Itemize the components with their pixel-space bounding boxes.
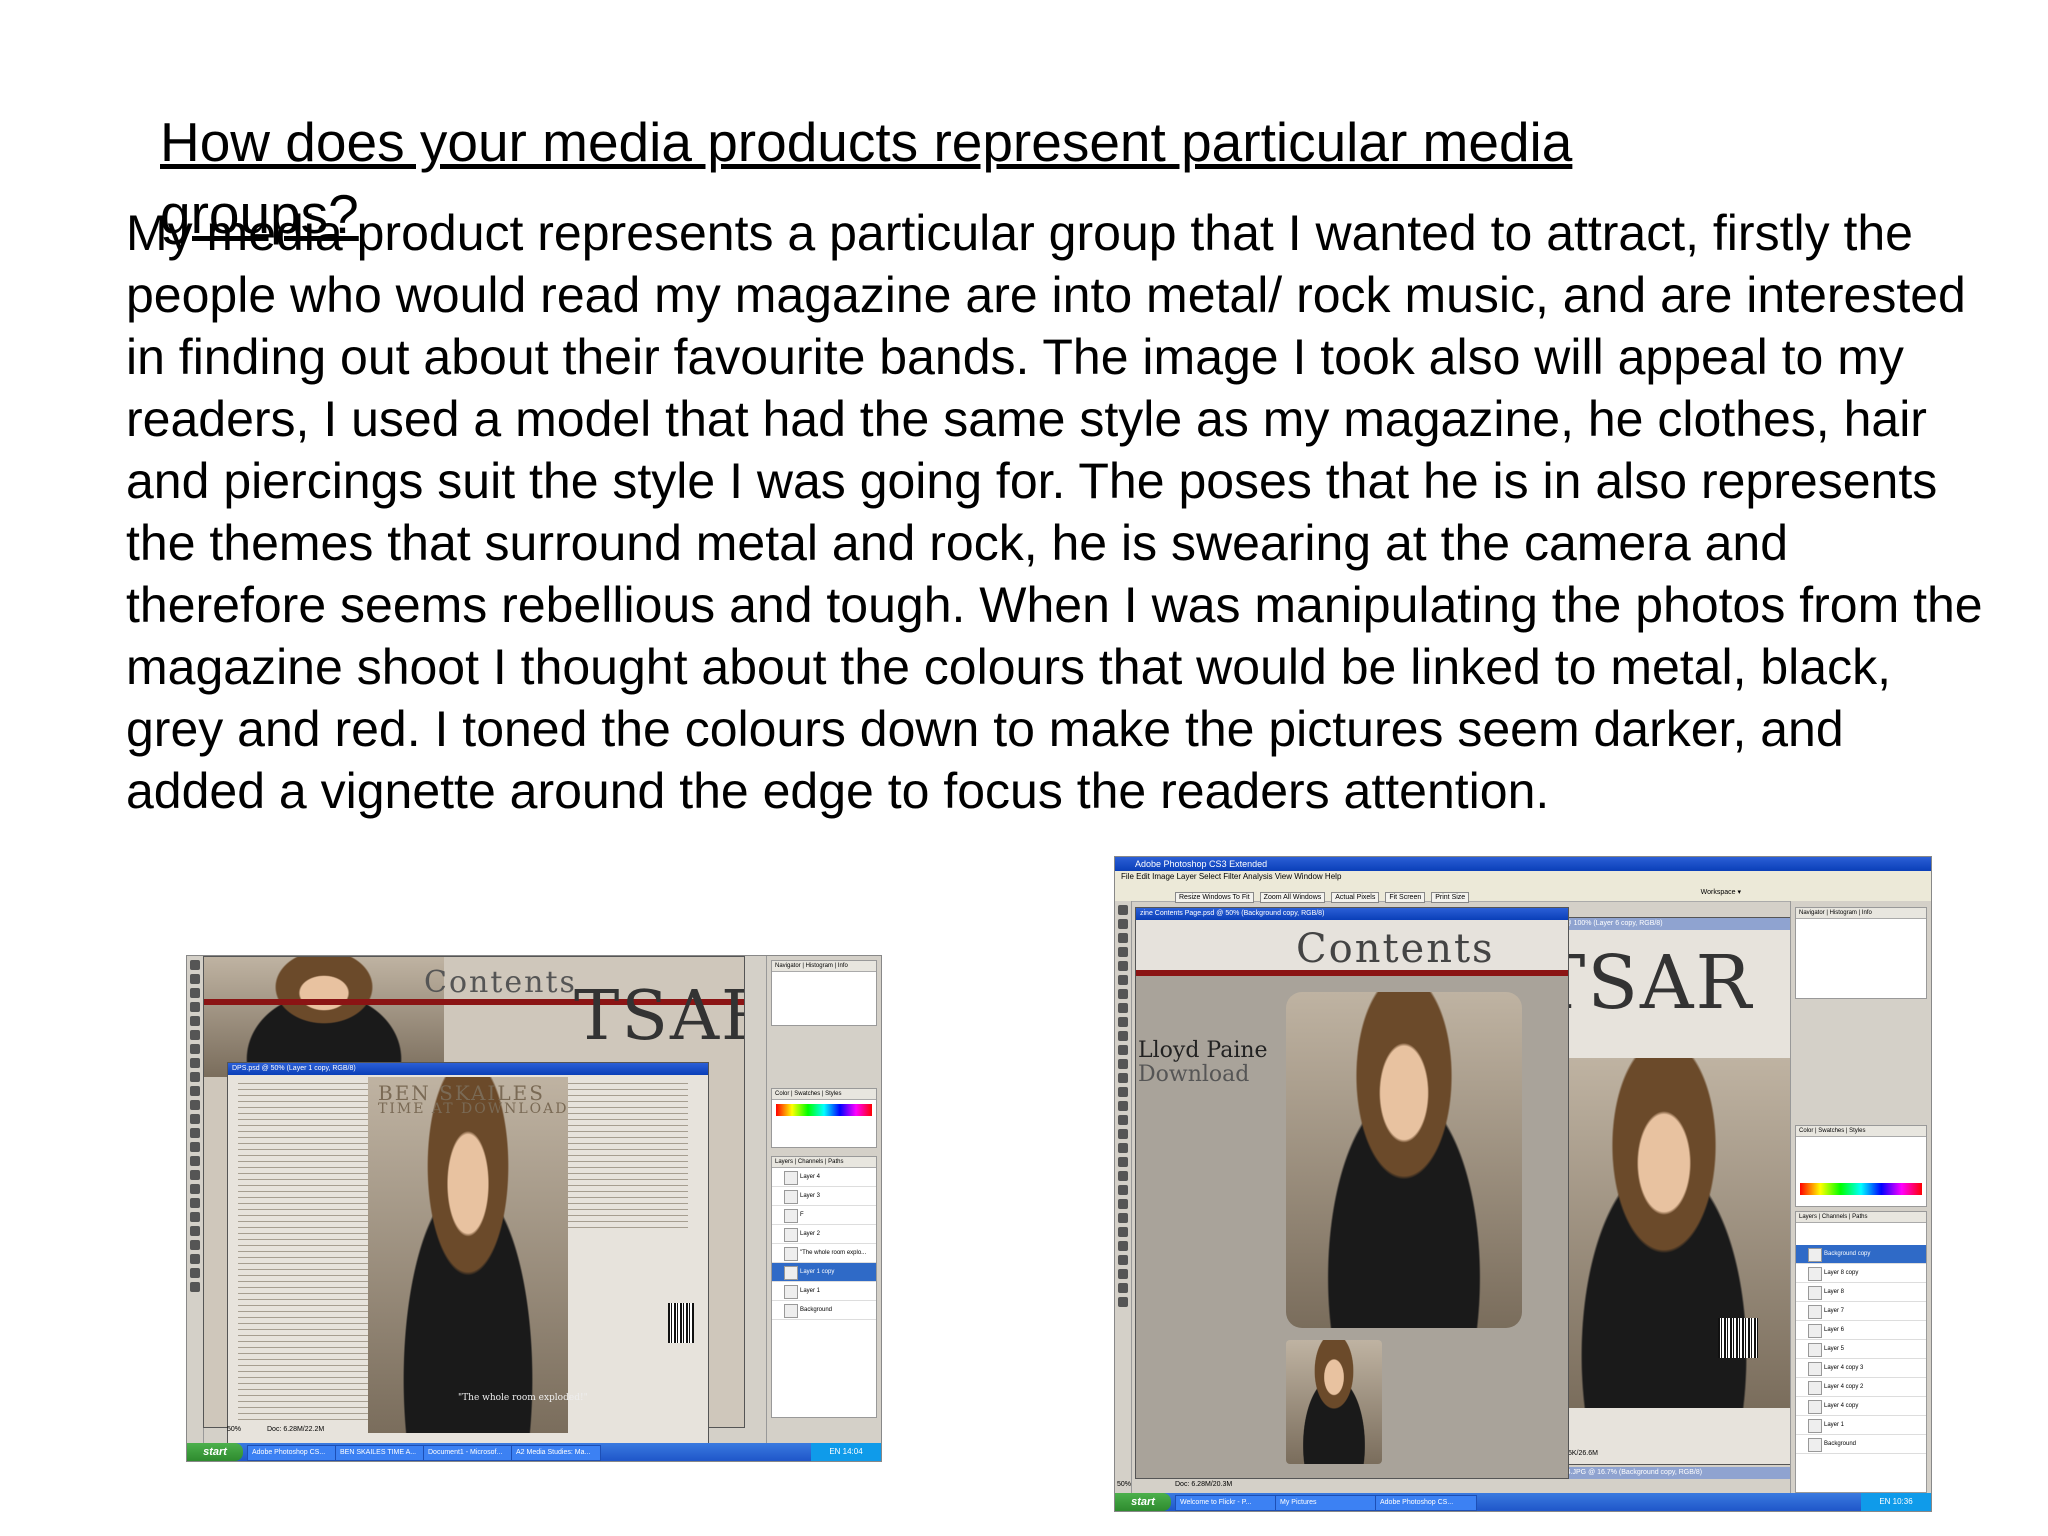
color-panel: Color | Swatches | Styles (1795, 1125, 1927, 1207)
singer-photo (368, 1077, 568, 1433)
taskbar-clock: EN 14:04 (811, 1443, 881, 1461)
windows-taskbar: start Adobe Photoshop CS... BEN SKAILES T… (187, 1443, 881, 1461)
option-button[interactable]: Print Size (1431, 892, 1470, 903)
taskbar-clock: EN 10:36 (1861, 1493, 1931, 1511)
start-button[interactable]: start (187, 1443, 243, 1461)
small-model-photo (1286, 1340, 1382, 1464)
option-button[interactable]: Resize Windows To Fit (1175, 892, 1254, 903)
layer-row[interactable]: "The whole room explo... (772, 1244, 876, 1263)
taskbar-item[interactable]: Welcome to Flickr - P... (1175, 1495, 1277, 1511)
layers-list: Layer 4 Layer 3 F Layer 2 "The whole room ex… (772, 1168, 876, 1320)
taskbar-item[interactable]: Adobe Photoshop CS... (1375, 1495, 1477, 1511)
layer-row[interactable]: Layer 2 (772, 1225, 876, 1244)
article-subhead: TIME AT DOWNLOAD (378, 1101, 569, 1117)
options-bar: Resize Windows To Fit Zoom All Windows Act… (1115, 883, 1931, 903)
band-name: Lloyd Paine (1138, 1038, 1268, 1063)
barcode (1718, 1318, 1758, 1358)
model-photo (204, 957, 444, 1077)
taskbar-item[interactable]: My Pictures (1275, 1495, 1377, 1511)
taskbar-item[interactable]: Document1 - Microsof... (423, 1445, 513, 1461)
contents-document-title: zine Contents Page.psd @ 50% (Background… (1136, 908, 1568, 920)
dps-document-window[interactable]: DPS.psd @ 50% (Layer 1 copy, RGB/8) BEN … (227, 1062, 709, 1444)
navigator-info-panel: Navigator | Histogram | Info (771, 960, 877, 1026)
zoom-level: 50% (227, 1426, 242, 1433)
right-panels: Navigator | Histogram | Info Color | Swa… (1790, 901, 1931, 1493)
layer-row[interactable]: Layer 1 (772, 1282, 876, 1301)
layer-row[interactable]: Layer 7 (1796, 1302, 1926, 1321)
contents-document-window[interactable]: zine Contents Page.psd @ 50% (Background… (1135, 907, 1569, 1479)
main-model-photo (1286, 992, 1522, 1328)
tsar-logo: TSAR (574, 977, 744, 1056)
taskbar-item[interactable]: A2 Media Studies: Ma... (511, 1445, 601, 1461)
red-stripe (1136, 970, 1568, 976)
layer-row[interactable]: Background (772, 1301, 876, 1320)
article-column-right (568, 1083, 688, 1233)
layer-row[interactable]: F (772, 1206, 876, 1225)
tools-panel (187, 956, 204, 1443)
photoshop-title-bar: Adobe Photoshop CS3 Extended (1115, 857, 1931, 871)
document-size: Doc: 6.28M/20.3M (1175, 1481, 1233, 1488)
navigator-info-panel: Navigator | Histogram | Info (1795, 907, 1927, 999)
document-size: Doc: 6.28M/22.2M (267, 1426, 325, 1433)
layer-row[interactable]: Layer 5 (1796, 1340, 1926, 1359)
layer-row[interactable]: Background (1796, 1435, 1926, 1454)
layer-row[interactable]: Layer 4 copy 2 (1796, 1378, 1926, 1397)
zoom-level: 50% (1117, 1481, 1132, 1488)
layer-row[interactable]: Layer 1 copy (772, 1263, 876, 1282)
photoshop-screenshot-contents: Adobe Photoshop CS3 Extended File Edit I… (1114, 856, 1932, 1512)
tools-panel (1115, 901, 1132, 1493)
dps-document-title: DPS.psd @ 50% (Layer 1 copy, RGB/8) (228, 1063, 708, 1075)
layer-row[interactable]: Layer 8 copy (1796, 1264, 1926, 1283)
layer-document-title: ver.psd @ 100% (Layer 6 copy, RGB/8) (1536, 918, 1792, 930)
option-button[interactable]: Fit Screen (1385, 892, 1426, 903)
layer-row[interactable]: Layer 4 copy (1796, 1397, 1926, 1416)
start-button[interactable]: start (1115, 1493, 1171, 1511)
layers-panel: Layers | Channels | Paths Layer 4 Layer 3… (771, 1156, 877, 1418)
layer-row[interactable]: Layer 8 (1796, 1283, 1926, 1302)
taskbar-item[interactable]: BEN SKAILES TIME A... (335, 1445, 425, 1461)
barcode (668, 1303, 694, 1343)
layer-document-window[interactable]: ver.psd @ 100% (Layer 6 copy, RGB/8) TSA… (1535, 917, 1793, 1465)
contents-heading: Contents (424, 965, 577, 1000)
pull-quote: "The whole room exploded!" (458, 1393, 588, 1403)
taskbar-item[interactable]: Adobe Photoshop CS... (247, 1445, 337, 1461)
right-panels: Navigator | Histogram | Info Color | Swa… (766, 956, 881, 1443)
event-name: Download (1138, 1062, 1250, 1087)
article-column-left (238, 1083, 368, 1423)
workspace-menu[interactable]: Workspace ▾ (1701, 888, 1741, 896)
layer-row[interactable]: Layer 6 (1796, 1321, 1926, 1340)
jpg-document-title: 2854.JPG @ 16.7% (Background copy, RGB/8… (1551, 1467, 1795, 1479)
menu-bar[interactable]: File Edit Image Layer Select Filter Anal… (1115, 871, 1931, 883)
contents-heading: Contents (1296, 926, 1495, 972)
color-panel: Color | Swatches | Styles (771, 1088, 877, 1148)
layers-list: Background copy Layer 8 copy Layer 8 Layer … (1796, 1245, 1926, 1454)
slide-body-text: My media product represents a particular… (126, 205, 1983, 819)
layer-row[interactable]: Background copy (1796, 1245, 1926, 1264)
windows-taskbar: start Welcome to Flickr - P... My Picture… (1115, 1493, 1931, 1511)
layers-panel: Layers | Channels | Paths Background cop… (1795, 1211, 1927, 1493)
layer-row[interactable]: Layer 1 (1796, 1416, 1926, 1435)
layer-row[interactable]: Layer 4 (772, 1168, 876, 1187)
option-button[interactable]: Zoom All Windows (1259, 892, 1326, 903)
layer-row[interactable]: Layer 3 (772, 1187, 876, 1206)
option-button[interactable]: Actual Pixels (1331, 892, 1380, 903)
photoshop-screenshot-dps: Contents TSAR DPS.psd @ 50% (Layer 1 cop… (186, 955, 882, 1462)
layer-row[interactable]: Layer 4 copy 3 (1796, 1359, 1926, 1378)
